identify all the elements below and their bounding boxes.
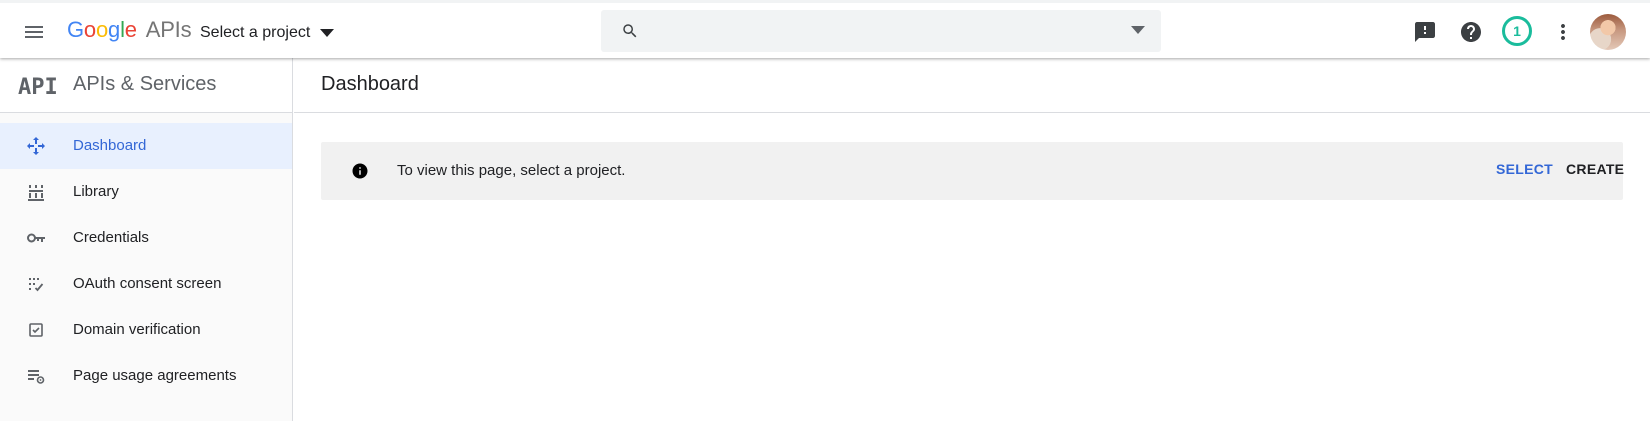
logo-letter: e (124, 17, 137, 42)
feedback-icon[interactable] (1413, 20, 1437, 44)
sidebar-item-label: OAuth consent screen (73, 275, 222, 292)
select-button[interactable]: SELECT (1496, 161, 1553, 177)
search-input[interactable] (655, 16, 1095, 46)
list-settings-icon (28, 370, 45, 384)
sidebar: API APIs & Services Dashboard Library Cr… (0, 58, 293, 421)
help-icon[interactable] (1459, 20, 1483, 44)
sidebar-item-library[interactable]: Library (0, 169, 292, 215)
oauth-consent-icon (29, 278, 44, 292)
sidebar-item-label: Library (73, 183, 119, 200)
main-content: Dashboard To view this page, select a pr… (294, 58, 1650, 421)
top-app-bar: Google APIs Select a project 1 (0, 0, 1650, 58)
sidebar-item-domain-verification[interactable]: Domain verification (0, 307, 292, 353)
key-icon (27, 233, 45, 243)
api-logo-icon: API (18, 75, 56, 98)
project-picker-label: Select a project (200, 24, 311, 41)
select-project-notice: To view this page, select a project. SEL… (321, 142, 1624, 200)
sidebar-item-label: Dashboard (73, 137, 147, 154)
sidebar-header: API APIs & Services (0, 58, 292, 113)
logo-apis-text: APIs (145, 17, 192, 42)
create-button[interactable]: CREATE (1566, 161, 1624, 177)
checkbox-icon (29, 323, 43, 337)
google-apis-logo[interactable]: Google APIs (67, 17, 192, 45)
page-title-bar: Dashboard (294, 58, 1650, 113)
logo-letter: o (83, 17, 96, 42)
sidebar-item-label: Domain verification (73, 321, 201, 338)
sidebar-nav: Dashboard Library Credentials OAuth cons… (0, 123, 292, 399)
logo-letter: G (67, 17, 84, 42)
sidebar-item-label: Page usage agreements (73, 367, 237, 384)
notice-message: To view this page, select a project. (397, 162, 626, 179)
menu-icon[interactable] (22, 20, 50, 44)
dashboard-icon (27, 137, 45, 155)
sidebar-item-oauth-consent-screen[interactable]: OAuth consent screen (0, 261, 292, 307)
info-icon (352, 163, 368, 179)
more-vert-icon[interactable] (1551, 20, 1575, 44)
sidebar-item-credentials[interactable]: Credentials (0, 215, 292, 261)
search-icon (623, 24, 637, 38)
avatar[interactable] (1590, 14, 1626, 50)
page-title: Dashboard (321, 73, 419, 95)
sidebar-title: APIs & Services (73, 73, 217, 95)
logo-letter: g (108, 17, 121, 42)
sidebar-item-dashboard[interactable]: Dashboard (0, 123, 292, 169)
sidebar-item-label: Credentials (73, 229, 149, 246)
svg-text:API: API (18, 75, 56, 98)
library-icon (28, 185, 44, 201)
logo-letter: o (95, 17, 109, 42)
chevron-down-icon (320, 29, 335, 37)
sidebar-item-page-usage-agreements[interactable]: Page usage agreements (0, 353, 292, 399)
notification-badge[interactable]: 1 (1502, 16, 1532, 46)
project-picker[interactable]: Select a project (200, 19, 335, 47)
search-box[interactable] (601, 10, 1161, 52)
search-dropdown-arrow-icon[interactable] (1131, 26, 1145, 34)
